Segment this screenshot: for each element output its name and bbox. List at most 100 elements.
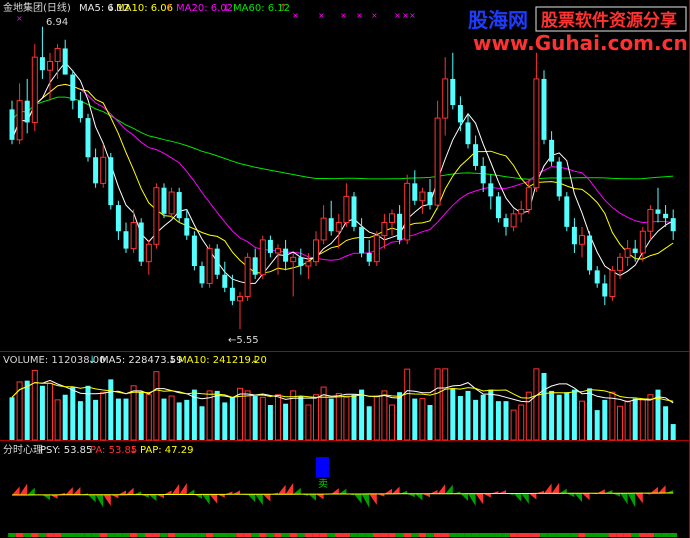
- ma60-arrow-icon: ↑: [279, 3, 287, 14]
- candle: [587, 231, 593, 275]
- volume-bar: [427, 404, 433, 440]
- signal-strip: [251, 533, 259, 537]
- signal-strip: [380, 533, 389, 537]
- signal-strip: [152, 533, 161, 537]
- volume-bar: [62, 394, 68, 440]
- volume-bar: [647, 394, 654, 441]
- signal-strip: [38, 533, 47, 537]
- volume-arrow-icon: ↓: [88, 355, 96, 366]
- volume-bar: [465, 390, 471, 440]
- svg-text:×: ×: [318, 11, 325, 20]
- signal-strip: [441, 533, 449, 537]
- signal-strip: [570, 533, 579, 537]
- signal-strip: [449, 533, 457, 537]
- signal-strip: [266, 533, 275, 537]
- volume-bar: [70, 387, 76, 440]
- signal-strip: [327, 533, 335, 537]
- candle: [206, 244, 213, 288]
- volume-bar: [24, 380, 30, 440]
- volume-bar: [359, 389, 365, 440]
- signal-strip: [471, 533, 480, 537]
- watermark: 股海网 股票软件资源分享 www.Guhai.com.cn: [468, 6, 688, 55]
- signal-strip: [69, 533, 77, 537]
- signal-strip: [114, 533, 123, 537]
- volume-bar: [488, 389, 494, 440]
- svg-text:×: ×: [371, 11, 378, 20]
- signal-strip: [259, 533, 267, 537]
- signal-strip: [502, 533, 510, 537]
- signal-strip: [23, 533, 31, 537]
- volume-bar: [366, 406, 372, 440]
- volume-bar: [176, 402, 182, 440]
- candle: [168, 187, 175, 219]
- signal-strip: [365, 533, 373, 537]
- signal-strip: [373, 533, 381, 537]
- high-price-label: 6.94: [46, 17, 68, 28]
- signal-strip: [509, 533, 518, 537]
- signal-strip: [494, 533, 503, 537]
- volume-bar: [480, 394, 486, 440]
- signal-strip: [61, 533, 69, 537]
- signal-strip: [487, 533, 495, 537]
- candle: [244, 252, 251, 301]
- signal-strip: [456, 533, 465, 537]
- volume-bar: [39, 385, 45, 440]
- volume-bar: [275, 394, 281, 441]
- signal-strip: [433, 533, 442, 537]
- volume-bar: [510, 409, 517, 441]
- volume-bar: [222, 402, 228, 440]
- candle: [556, 157, 562, 201]
- volume-bar: [77, 401, 83, 440]
- volume-bar: [214, 390, 220, 440]
- signal-strip: [198, 533, 206, 537]
- volume-bar: [108, 379, 114, 440]
- volume-bar: [244, 390, 251, 441]
- signal-strip: [236, 533, 244, 537]
- signal-strip: [91, 533, 100, 537]
- signal-strip: [46, 533, 54, 537]
- signal-strip: [555, 533, 563, 537]
- candle: [191, 231, 197, 271]
- candle: [176, 187, 182, 223]
- volume-bar: [283, 403, 289, 440]
- watermark-brand: 股海网: [468, 8, 528, 32]
- signal-strip: [525, 533, 533, 537]
- svg-text:×: ×: [394, 11, 401, 20]
- signal-strip: [205, 533, 214, 537]
- volume-bar: [115, 398, 121, 440]
- candle: [609, 266, 616, 301]
- signal-strip: [639, 533, 647, 537]
- volume-bar: [130, 385, 137, 441]
- psy-title: 分时心理: [3, 444, 43, 456]
- candle: [541, 70, 547, 145]
- signal-strip: [31, 533, 39, 537]
- signal-strip: [15, 533, 24, 537]
- signal-strip: [350, 533, 358, 537]
- volume-bar: [373, 395, 380, 441]
- signal-strip: [213, 533, 221, 537]
- volume-bar: [343, 396, 350, 441]
- ma20-arrow-icon: ↓: [222, 3, 230, 14]
- signal-strip: [616, 533, 624, 537]
- signal-strip: [304, 533, 313, 537]
- signal-strip: [99, 533, 107, 537]
- svg-text:×: ×: [340, 11, 347, 20]
- volume-bar: [328, 398, 334, 440]
- sell-signal-box: [316, 457, 329, 477]
- volume-bar: [313, 394, 319, 441]
- signal-strip: [585, 533, 594, 537]
- signal-strip: [76, 533, 85, 537]
- ma5-arrow-icon: ↓: [107, 3, 115, 14]
- signal-strip: [107, 533, 115, 537]
- volume-bar: [564, 392, 570, 440]
- volume-bar: [47, 382, 53, 441]
- volume-bar: [609, 391, 616, 441]
- volume-bar: [473, 399, 479, 440]
- volume-bar: [404, 368, 411, 441]
- volume-bar: [31, 369, 38, 441]
- signal-strip: [297, 533, 305, 537]
- signal-strip: [137, 533, 145, 537]
- volume-bar: [252, 396, 258, 440]
- volume-bar: [503, 401, 509, 440]
- sell-signal-label: 卖: [318, 478, 328, 490]
